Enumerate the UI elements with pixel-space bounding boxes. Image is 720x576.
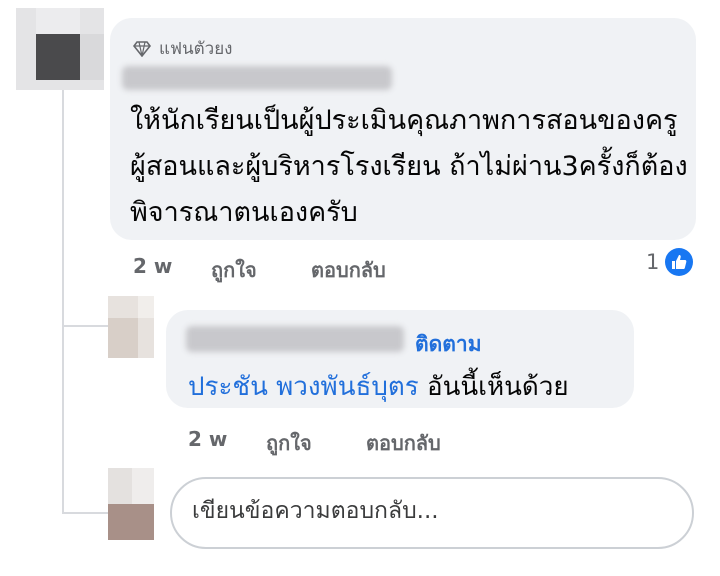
thread-line-branch-2	[62, 512, 108, 514]
blurred-author-name-reply[interactable]	[186, 326, 404, 352]
avatar-reply[interactable]	[108, 296, 154, 358]
blurred-author-name-main[interactable]	[122, 66, 392, 90]
reply-input[interactable]	[190, 497, 674, 525]
like-icon	[665, 248, 694, 276]
comment-text-main: ให้นักเรียนเป็นผู้ประเมินคุณภาพการสอนของ…	[130, 105, 688, 228]
like-button[interactable]: ถูกใจ	[211, 254, 311, 286]
reply-like-button[interactable]: ถูกใจ	[266, 427, 366, 459]
comment-meta-main: 2 w ถูกใจ ตอบกลับ	[133, 254, 386, 286]
comment-text-reply: ประชัน พวงพันธ์บุตร อันนี้เห็นด้วย	[188, 366, 569, 407]
reaction-count: 1	[646, 250, 660, 274]
reply-reply-button[interactable]: ตอบกลับ	[366, 427, 441, 459]
reply-body: อันนี้เห็นด้วย	[426, 372, 569, 402]
top-fan-label: แฟนตัวยง	[159, 39, 233, 59]
mention-link[interactable]: ประชัน พวงพันธ์บุตร	[188, 372, 419, 402]
thread-line-vertical	[62, 78, 64, 514]
reply-timestamp[interactable]: 2 w	[188, 427, 266, 459]
reply-input-container[interactable]	[170, 477, 694, 549]
top-fan-badge: แฟนตัวยง	[133, 35, 232, 62]
avatar-current-user[interactable]	[108, 468, 154, 540]
reply-button[interactable]: ตอบกลับ	[311, 254, 386, 286]
diamond-icon	[133, 40, 151, 57]
comment-meta-reply: 2 w ถูกใจ ตอบกลับ	[188, 427, 441, 459]
comment-timestamp[interactable]: 2 w	[133, 254, 211, 286]
thread-line-branch-1	[62, 325, 108, 327]
reaction-summary[interactable]: 1	[646, 248, 694, 276]
avatar-main[interactable]	[16, 8, 104, 90]
follow-button[interactable]: ติดตาม	[415, 328, 482, 361]
